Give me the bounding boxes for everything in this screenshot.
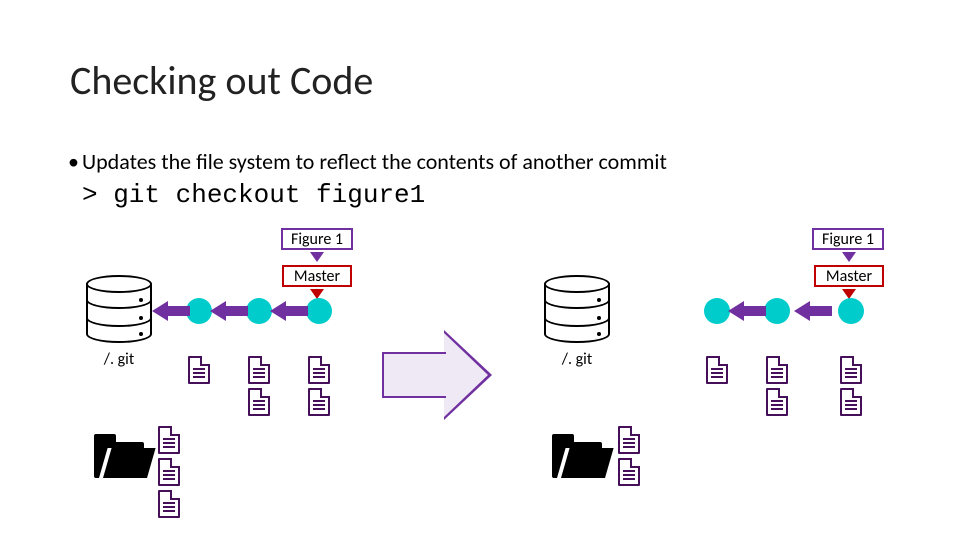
left-db-icon <box>86 275 152 339</box>
right-commit-2 <box>764 298 790 324</box>
right-figure1-pointer <box>842 252 856 262</box>
doc-icon <box>158 490 180 518</box>
right-master-tag: Master <box>814 265 884 287</box>
doc-icon <box>188 356 210 384</box>
right-gitdir-label: /. git <box>550 350 604 369</box>
left-commit-2 <box>246 298 272 324</box>
right-folder-icon <box>552 442 602 478</box>
doc-icon <box>766 356 788 384</box>
doc-icon <box>766 388 788 416</box>
doc-icon <box>618 458 640 486</box>
left-figure1-tag: Figure 1 <box>281 228 353 250</box>
doc-icon <box>308 356 330 384</box>
left-master-tag: Master <box>282 265 352 287</box>
right-db-icon <box>544 275 610 339</box>
right-figure1-tag: Figure 1 <box>812 228 884 250</box>
bullet-text: Updates the file system to reflect the c… <box>82 148 667 175</box>
right-arrow-1 <box>732 301 766 321</box>
doc-icon <box>158 458 180 486</box>
right-arrow-2 <box>798 301 840 321</box>
slide-title: Checking out Code <box>70 56 373 105</box>
left-arrow-db <box>156 301 190 321</box>
command-text: > git checkout figure1 <box>82 180 425 210</box>
doc-icon <box>840 356 862 384</box>
doc-icon <box>308 388 330 416</box>
doc-icon <box>840 388 862 416</box>
right-commit-3 <box>838 298 864 324</box>
left-arrow-1 <box>214 301 248 321</box>
right-commit-1 <box>704 298 730 324</box>
doc-icon <box>248 356 270 384</box>
doc-icon <box>618 426 640 454</box>
doc-icon <box>158 426 180 454</box>
doc-icon <box>706 356 728 384</box>
left-figure1-pointer <box>310 252 324 262</box>
transition-arrow-icon <box>382 330 492 420</box>
left-gitdir-label: /. git <box>92 350 146 369</box>
left-commit-3 <box>306 298 332 324</box>
doc-icon <box>248 388 270 416</box>
left-arrow-2 <box>274 301 308 321</box>
left-folder-icon <box>94 442 144 478</box>
